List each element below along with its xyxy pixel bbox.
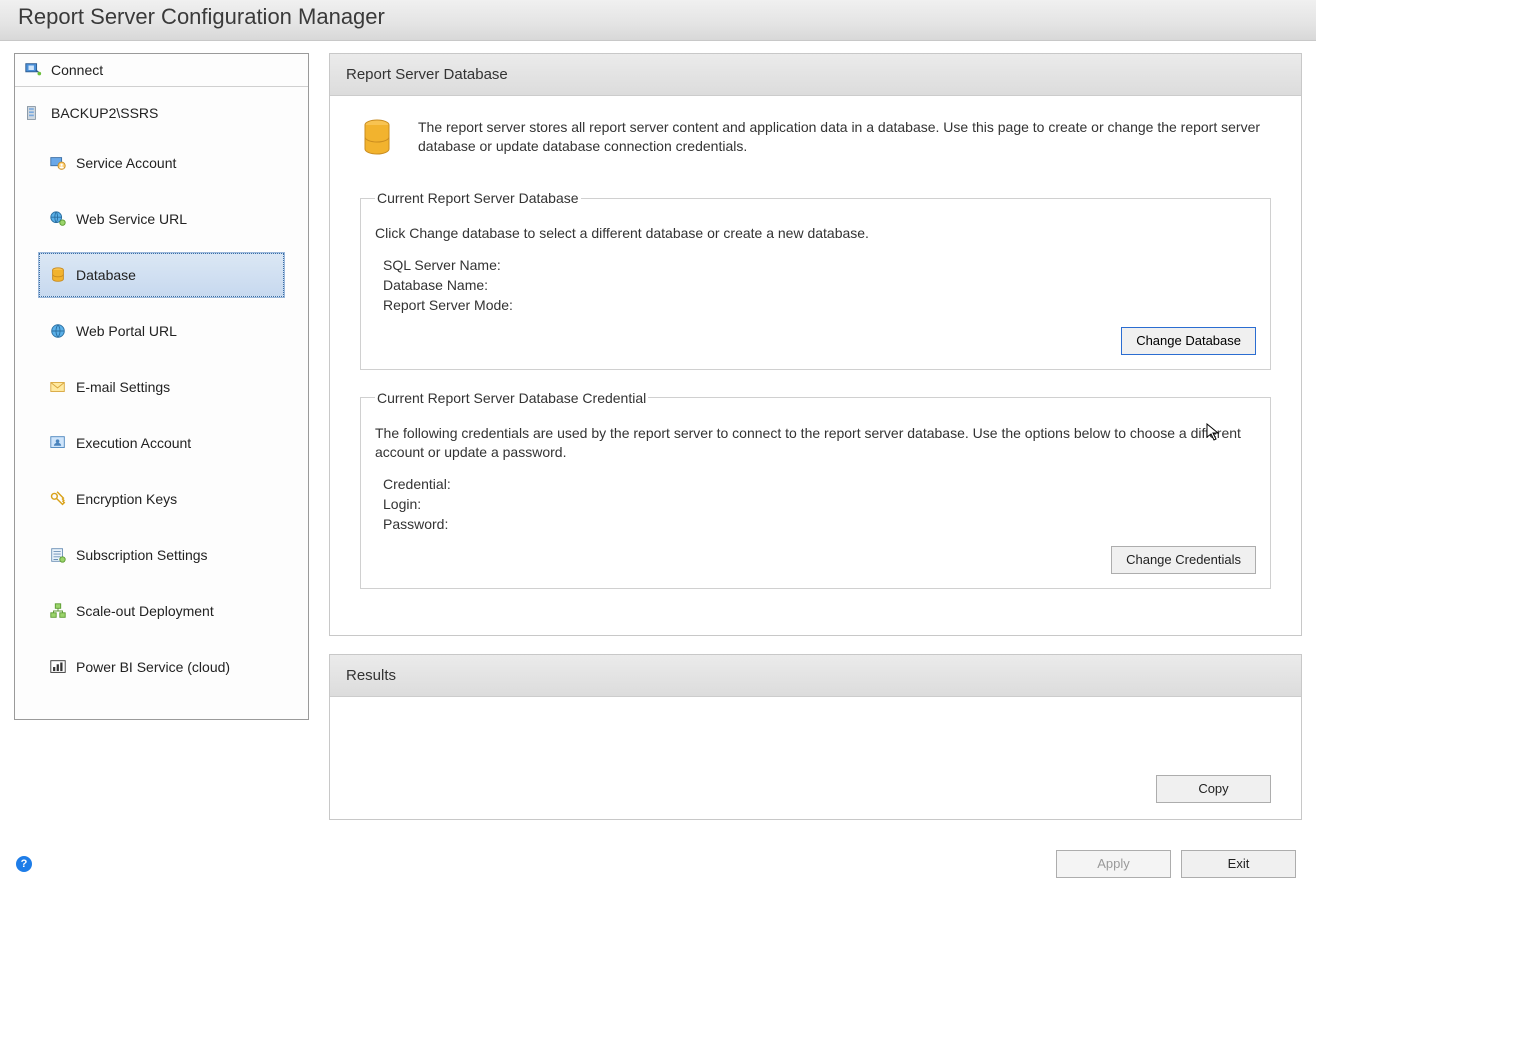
nav-execution-account[interactable]: Execution Account xyxy=(39,421,284,465)
keys-icon xyxy=(48,489,68,509)
nav-label: Encryption Keys xyxy=(76,491,177,507)
database-large-icon xyxy=(360,118,394,158)
email-icon xyxy=(48,377,68,397)
nav-label: Database xyxy=(76,267,136,283)
nav-email-settings[interactable]: E-mail Settings xyxy=(39,365,284,409)
nav-service-account[interactable]: Service Account xyxy=(39,141,284,185)
help-icon[interactable]: ? xyxy=(16,856,32,872)
content-layout: Connect BACKUP2\SSRS Service Account Web… xyxy=(0,41,1316,842)
nav-label: Web Portal URL xyxy=(76,323,177,339)
results-title: Results xyxy=(330,655,1301,697)
app-title-bar: Report Server Configuration Manager xyxy=(0,0,1316,41)
app-title: Report Server Configuration Manager xyxy=(18,4,385,29)
change-credentials-button[interactable]: Change Credentials xyxy=(1111,546,1256,574)
intro-text: The report server stores all report serv… xyxy=(418,118,1271,158)
database-icon xyxy=(48,265,68,285)
nav-web-service-url[interactable]: Web Service URL xyxy=(39,197,284,241)
nav-power-bi[interactable]: Power BI Service (cloud) xyxy=(39,645,284,689)
power-bi-icon xyxy=(48,657,68,677)
results-body xyxy=(330,697,1301,775)
nav-scale-out[interactable]: Scale-out Deployment xyxy=(39,589,284,633)
main-area: Report Server Database The report server… xyxy=(329,53,1302,838)
connect-icon xyxy=(23,60,43,80)
sidebar: Connect BACKUP2\SSRS Service Account Web… xyxy=(14,53,309,720)
nav-label: Execution Account xyxy=(76,435,191,451)
scale-out-icon xyxy=(48,601,68,621)
panel-title: Report Server Database xyxy=(330,54,1301,96)
credentials-legend: Current Report Server Database Credentia… xyxy=(375,390,648,406)
intro-section: The report server stores all report serv… xyxy=(360,118,1271,158)
login-label: Login: xyxy=(383,496,1256,512)
connect-item[interactable]: Connect xyxy=(15,54,308,87)
nav-web-portal-url[interactable]: Web Portal URL xyxy=(39,309,284,353)
database-name-label: Database Name: xyxy=(383,277,1256,293)
credentials-group: Current Report Server Database Credentia… xyxy=(360,390,1271,589)
nav-label: Scale-out Deployment xyxy=(76,603,214,619)
panel-body: The report server stores all report serv… xyxy=(330,96,1301,635)
database-panel: Report Server Database The report server… xyxy=(329,53,1302,636)
server-instance-item[interactable]: BACKUP2\SSRS xyxy=(15,87,308,129)
nav-label: Subscription Settings xyxy=(76,547,208,563)
web-portal-icon xyxy=(48,321,68,341)
password-label: Password: xyxy=(383,516,1256,532)
web-service-icon xyxy=(48,209,68,229)
current-db-text: Click Change database to select a differ… xyxy=(375,224,1256,243)
execution-account-icon xyxy=(48,433,68,453)
subscription-icon xyxy=(48,545,68,565)
apply-button[interactable]: Apply xyxy=(1056,850,1171,878)
server-icon xyxy=(23,103,43,123)
nav-label: Web Service URL xyxy=(76,211,187,227)
exit-button[interactable]: Exit xyxy=(1181,850,1296,878)
nav-subscription-settings[interactable]: Subscription Settings xyxy=(39,533,284,577)
results-panel: Results Copy xyxy=(329,654,1302,820)
credential-label: Credential: xyxy=(383,476,1256,492)
change-database-button[interactable]: Change Database xyxy=(1121,327,1256,355)
nav-label: Power BI Service (cloud) xyxy=(76,659,230,675)
credentials-text: The following credentials are used by th… xyxy=(375,424,1256,462)
connect-label: Connect xyxy=(51,62,103,78)
footer-bar: ? Apply Exit xyxy=(0,842,1316,892)
nav-label: E-mail Settings xyxy=(76,379,170,395)
server-instance-label: BACKUP2\SSRS xyxy=(51,105,158,121)
report-server-mode-label: Report Server Mode: xyxy=(383,297,1256,313)
sql-server-name-label: SQL Server Name: xyxy=(383,257,1256,273)
copy-button[interactable]: Copy xyxy=(1156,775,1271,803)
current-db-legend: Current Report Server Database xyxy=(375,190,581,206)
service-account-icon xyxy=(48,153,68,173)
current-db-group: Current Report Server Database Click Cha… xyxy=(360,190,1271,370)
nav-label: Service Account xyxy=(76,155,176,171)
nav-database[interactable]: Database xyxy=(39,253,284,297)
nav-encryption-keys[interactable]: Encryption Keys xyxy=(39,477,284,521)
nav-list: Service Account Web Service URL Database… xyxy=(15,129,308,719)
